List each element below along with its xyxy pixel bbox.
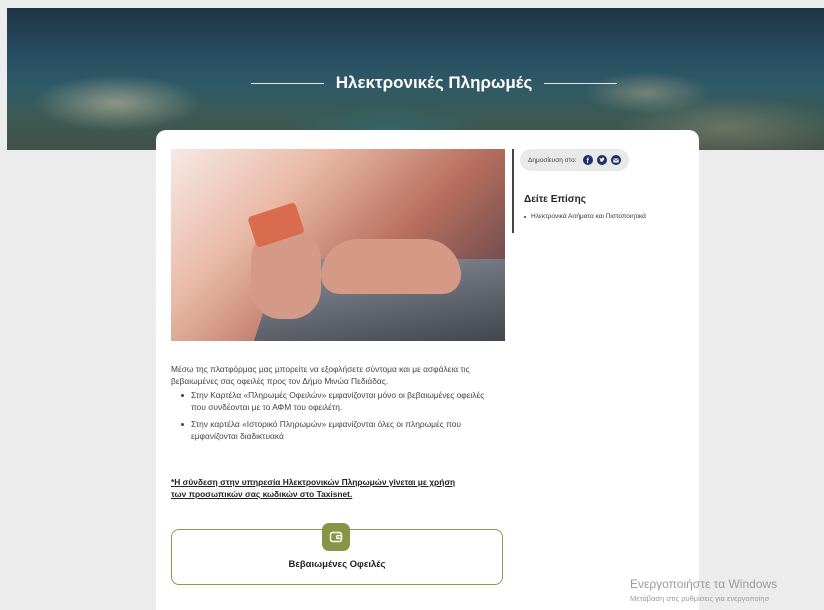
hero-banner: Ηλεκτρονικές Πληρωμές [7, 8, 824, 150]
content-card: Μέσω της πλατφόρμας μας μπορείτε να εξοφ… [156, 130, 699, 610]
list-item: Στην καρτέλα «Ιστορικό Πληρωμών» εμφανίζ… [179, 418, 499, 442]
wallet-icon [322, 523, 350, 551]
intro-text: Μέσω της πλατφόρμας μας μπορείτε να εξοφ… [171, 364, 470, 387]
hero-divider-right [544, 82, 617, 84]
email-icon[interactable] [610, 155, 621, 165]
watermark-subtitle: Μετάβαση στις ρυθμίσεις για ενεργοποίησ [630, 594, 770, 603]
payment-photo [171, 149, 505, 341]
twitter-icon[interactable] [596, 155, 607, 165]
see-also-title: Δείτε Επίσης [524, 194, 586, 205]
share-label: Δημοσίευση στο: [528, 156, 577, 164]
svg-text:f: f [586, 158, 589, 164]
photo-hand [321, 239, 461, 294]
windows-activation-watermark: Ενεργοποιήστε τα Windows Μετάβαση στις ρ… [630, 577, 777, 603]
hero-title-wrap: Ηλεκτρονικές Πληρωμές [251, 70, 617, 96]
watermark-title: Ενεργοποιήστε τα Windows [630, 577, 778, 591]
facebook-icon[interactable]: f [582, 155, 593, 165]
share-bar: Δημοσίευση στο: f [520, 149, 629, 171]
info-list: Στην Καρτέλα «Πληρωμές Οφειλών» εμφανίζο… [179, 389, 499, 447]
list-item: Στην Καρτέλα «Πληρωμές Οφειλών» εμφανίζο… [179, 389, 499, 413]
sidebar: Δημοσίευση στο: f Δείτε Επίσης Ηλεκτρονι… [512, 149, 694, 233]
taxisnet-note-link[interactable]: *Η σύνδεση στην υπηρεσία Ηλεκτρονικών Πλ… [171, 476, 471, 500]
page-title: Ηλεκτρονικές Πληρωμές [335, 73, 533, 92]
hero-divider-left [251, 82, 324, 84]
see-also-link[interactable]: Ηλεκτρονικά Αιτήματα και Πιστοποιητικά [524, 213, 646, 220]
certified-debts-label: Βεβαιωμένες Οφειλές [288, 559, 386, 570]
